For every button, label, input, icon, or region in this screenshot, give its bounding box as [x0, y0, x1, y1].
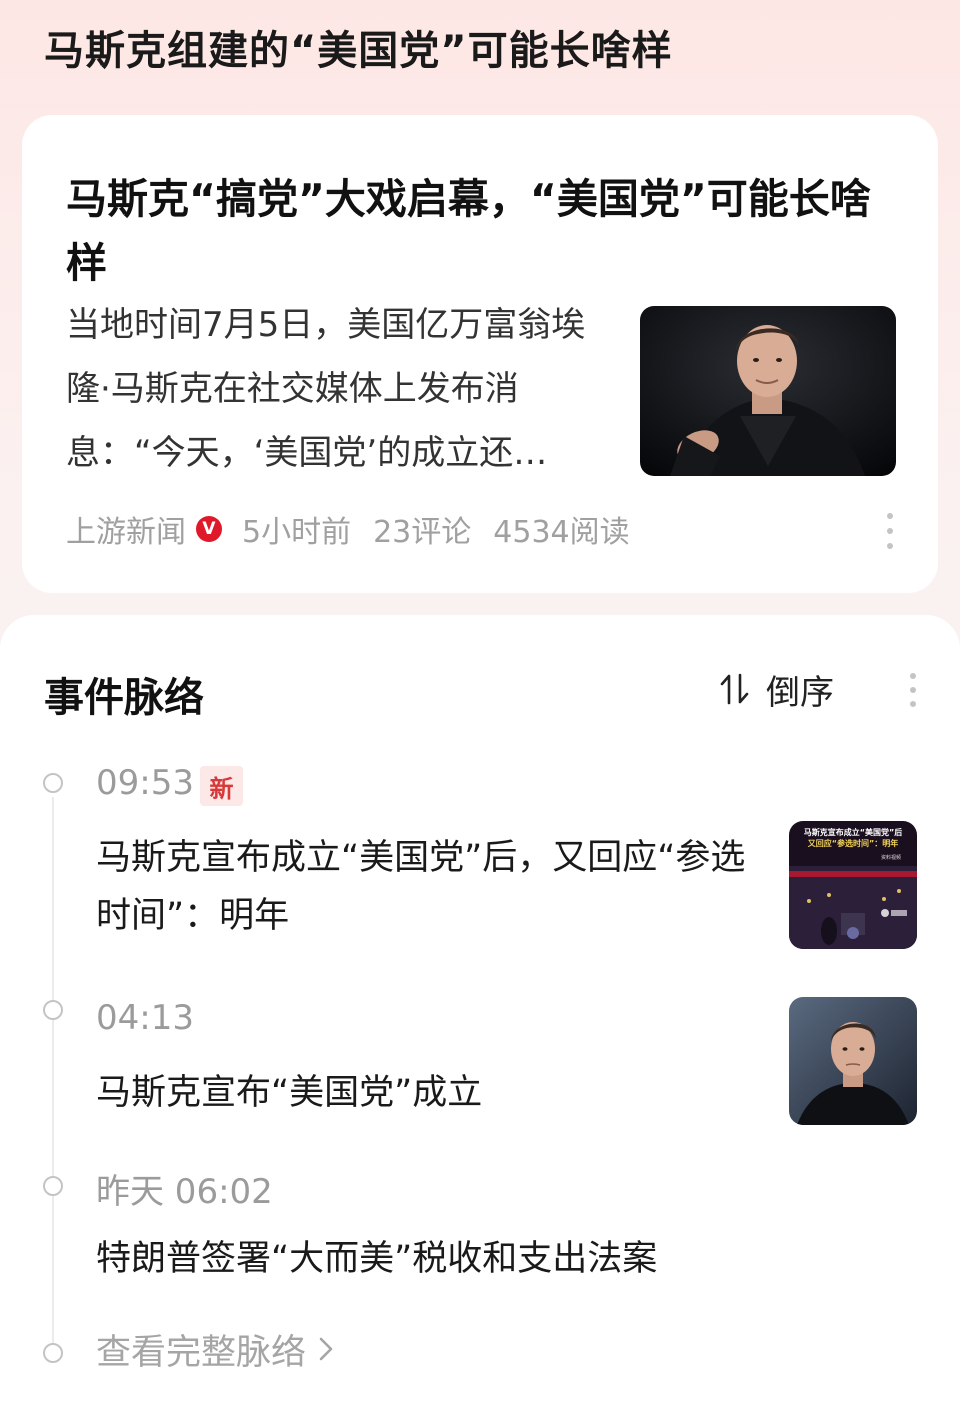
article-summary[interactable]: 当地时间7月5日，美国亿万富翁埃隆·马斯克在社交媒体上发布消息：“今天，‘美国党… [66, 293, 614, 485]
sort-label: 倒序 [766, 672, 834, 713]
timeline-item-text[interactable]: 特朗普签署“大而美”税收和支出法案 [96, 1230, 756, 1288]
timeline-item-text[interactable]: 马斯克宣布“美国党”成立 [96, 1064, 756, 1122]
timeline-dot [43, 1343, 63, 1363]
timeline-item-thumbnail[interactable]: 马斯克宣布成立“美国党”后 又回应“参选时间”：明年 资料视频 [789, 821, 917, 949]
timeline-title: 事件脉络 [44, 675, 204, 721]
verified-badge-icon: V [196, 516, 222, 542]
portrait-photo [789, 997, 917, 1125]
new-badge: 新 [200, 766, 243, 806]
article-source[interactable]: 上游新闻 [66, 507, 186, 551]
sort-button[interactable]: 倒序 [718, 669, 834, 713]
article-card[interactable]: 马斯克“搞党”大戏启幕，“美国党”可能长啥样 当地时间7月5日，美国亿万富翁埃隆… [22, 115, 938, 593]
timeline-time: 04:13 [96, 998, 194, 1038]
timeline-dot [43, 773, 63, 793]
article-title[interactable]: 马斯克“搞党”大戏启幕，“美国党”可能长啥样 [66, 167, 886, 295]
thumb-caption-1: 马斯克宣布成立“美国党”后 [804, 827, 903, 837]
chevron-right-icon [319, 1337, 333, 1361]
sort-arrows-icon [720, 673, 749, 705]
view-full-timeline-link[interactable]: 查看完整脉络 [96, 1327, 336, 1373]
timeline-line [52, 797, 54, 1355]
video-thumbnail-image: 马斯克宣布成立“美国党”后 又回应“参选时间”：明年 资料视频 [789, 821, 917, 949]
article-time: 5小时前 [242, 515, 352, 550]
timeline-dot [43, 1000, 63, 1020]
portrait-photo [640, 306, 896, 476]
timeline-item-thumbnail[interactable] [789, 997, 917, 1125]
timeline-item-text[interactable]: 马斯克宣布成立“美国党”后，又回应“参选时间”：明年 [96, 829, 756, 945]
timeline-panel: 事件脉络 倒序 09:53 新 马斯克宣布成立“美国党”后，又回应“参选时间”：… [0, 615, 960, 1403]
more-options-icon[interactable] [886, 513, 894, 549]
thumb-label: 资料视频 [881, 854, 901, 861]
timeline-time: 09:53 [96, 763, 194, 803]
timeline-time: 昨天 06:02 [96, 1172, 273, 1212]
timeline-more-icon[interactable] [909, 673, 917, 707]
view-full-timeline-label: 查看完整脉络 [96, 1332, 307, 1373]
article-thumbnail[interactable] [640, 306, 896, 476]
page: 马斯克组建的“美国党”可能长啥样 马斯克“搞党”大戏启幕，“美国党”可能长啥样 … [0, 0, 960, 1403]
page-title: 马斯克组建的“美国党”可能长啥样 [44, 28, 673, 74]
thumb-caption-2: 又回应“参选时间”：明年 [807, 838, 899, 848]
article-reads: 4534阅读 [493, 515, 630, 550]
timeline-dot [43, 1176, 63, 1196]
article-meta: 上游新闻 V 5小时前 23评论 4534阅读 [66, 507, 630, 551]
article-comments[interactable]: 23评论 [373, 507, 471, 551]
